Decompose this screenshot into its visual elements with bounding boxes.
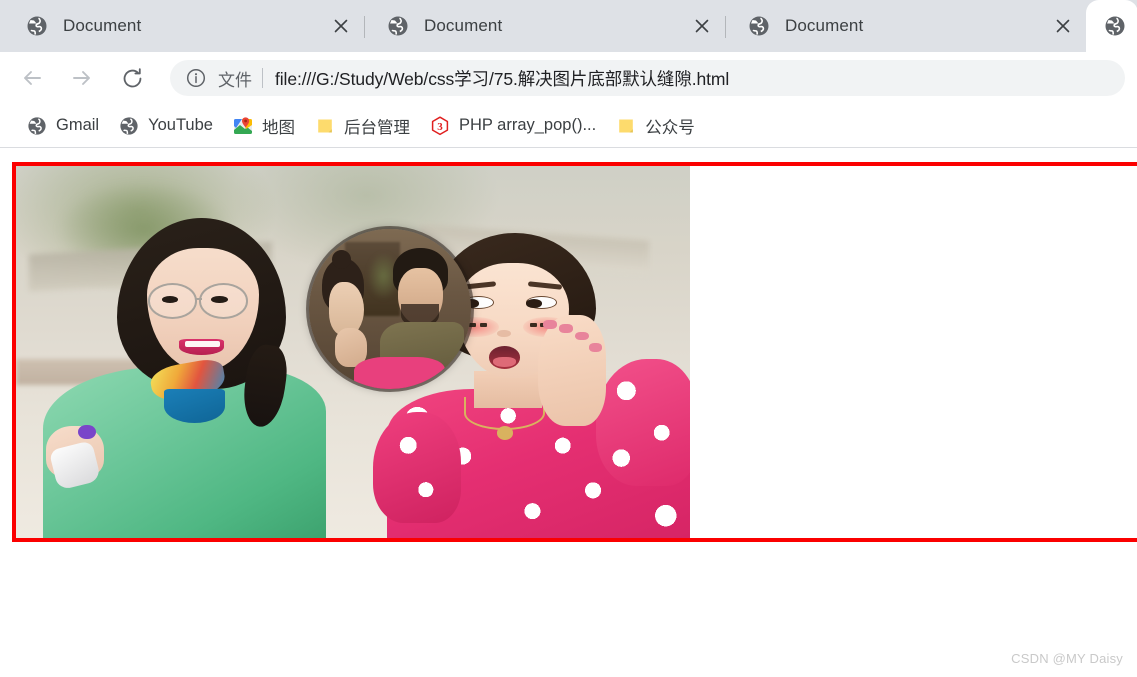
bookmarks-bar: Gmail YouTube 地图 后台管理 3 PHP array_pop().…	[0, 104, 1137, 148]
photo-left-subject-collar	[164, 389, 225, 423]
globe-icon	[748, 15, 770, 37]
inset-foreground-dress	[354, 357, 446, 390]
photo-blush-dash	[479, 322, 488, 328]
bookmark-label: Gmail	[56, 116, 100, 134]
url-text[interactable]: file:///G:/Study/Web/css学习/75.解决图片底部默认缝隙…	[275, 66, 729, 91]
reload-icon[interactable]	[114, 60, 150, 96]
globe-icon	[27, 116, 47, 136]
photo-circular-inset	[309, 229, 471, 390]
photo-left-subject-glasses-bridge	[195, 298, 203, 301]
browser-tab-2[interactable]: Document	[365, 0, 725, 52]
red-bordered-container	[12, 162, 1137, 542]
globe-icon	[387, 15, 409, 37]
w3c-red-icon: 3	[430, 115, 450, 136]
photo-left-subject-teeth	[184, 340, 220, 348]
browser-toolbar: 文件 file:///G:/Study/Web/css学习/75.解决图片底部默…	[0, 52, 1137, 104]
tab-title: Document	[63, 16, 142, 35]
close-icon[interactable]	[689, 13, 715, 39]
photo-right-subject-sleeve-left	[373, 411, 461, 524]
close-icon[interactable]	[328, 13, 354, 39]
url-scheme-label: 文件	[218, 70, 252, 90]
maps-icon	[233, 116, 253, 136]
photo-right-subject-pupil-right	[526, 299, 542, 308]
photo-left-subject-eye-left	[161, 296, 178, 303]
photo-right-subject-nose	[497, 329, 511, 338]
tab-strip: Document Document Document	[0, 0, 1137, 52]
bookmark-wechat-official[interactable]: 公众号	[607, 111, 704, 141]
globe-icon	[119, 116, 139, 136]
browser-tab-3[interactable]: Document	[726, 0, 1086, 52]
page-viewport: CSDN @MY Daisy	[0, 148, 1137, 676]
back-arrow-icon[interactable]	[14, 60, 50, 96]
bookmark-gmail[interactable]: Gmail	[18, 111, 108, 141]
bookmark-youtube[interactable]: YouTube	[110, 111, 222, 141]
photo-blush-dash	[529, 322, 537, 328]
photo-fingernail	[588, 342, 603, 352]
omnibox-divider	[262, 68, 263, 88]
bookmark-maps[interactable]: 地图	[224, 111, 304, 141]
globe-icon	[26, 15, 48, 37]
bookmark-label: 公众号	[645, 118, 695, 137]
info-circle-icon[interactable]	[186, 68, 206, 88]
demo-image	[16, 166, 690, 538]
close-icon[interactable]	[1050, 13, 1076, 39]
tab-title: Document	[785, 16, 864, 35]
bookmark-label: 地图	[261, 118, 295, 137]
browser-tab-4-active[interactable]	[1086, 0, 1137, 52]
bookmark-php-array-pop[interactable]: 3 PHP array_pop()...	[421, 111, 605, 141]
watermark: CSDN @MY Daisy	[1011, 651, 1123, 666]
bookmark-label: PHP array_pop()...	[458, 116, 597, 134]
globe-icon	[1104, 15, 1126, 37]
photo-right-subject-hand	[538, 314, 606, 427]
photo-fingernail	[575, 331, 589, 341]
tab-title: Document	[424, 16, 503, 35]
photo-left-subject-prop-accent	[78, 424, 96, 440]
bookmark-label: YouTube	[148, 116, 213, 134]
folder-icon	[616, 116, 636, 136]
photo-right-subject-tongue	[493, 357, 517, 367]
photo-right-subject-sleeve-right	[595, 359, 690, 486]
browser-window: Document Document Document 文件 file:///G:…	[0, 0, 1137, 677]
bookmark-label: 后台管理	[343, 118, 410, 137]
folder-icon	[315, 116, 335, 136]
photo-left-subject-eye-right	[211, 296, 228, 303]
address-bar[interactable]: 文件 file:///G:/Study/Web/css学习/75.解决图片底部默…	[170, 60, 1125, 96]
photo-fingernail	[559, 324, 573, 334]
photo-right-subject-pendant	[497, 426, 514, 440]
browser-tab-1[interactable]: Document	[4, 0, 364, 52]
photo-fingernail	[543, 320, 557, 330]
forward-arrow-icon[interactable]	[64, 60, 100, 96]
photo-right-subject-necklace	[464, 396, 546, 431]
bookmark-backend-admin[interactable]: 后台管理	[306, 111, 419, 141]
svg-text:3: 3	[437, 121, 443, 133]
